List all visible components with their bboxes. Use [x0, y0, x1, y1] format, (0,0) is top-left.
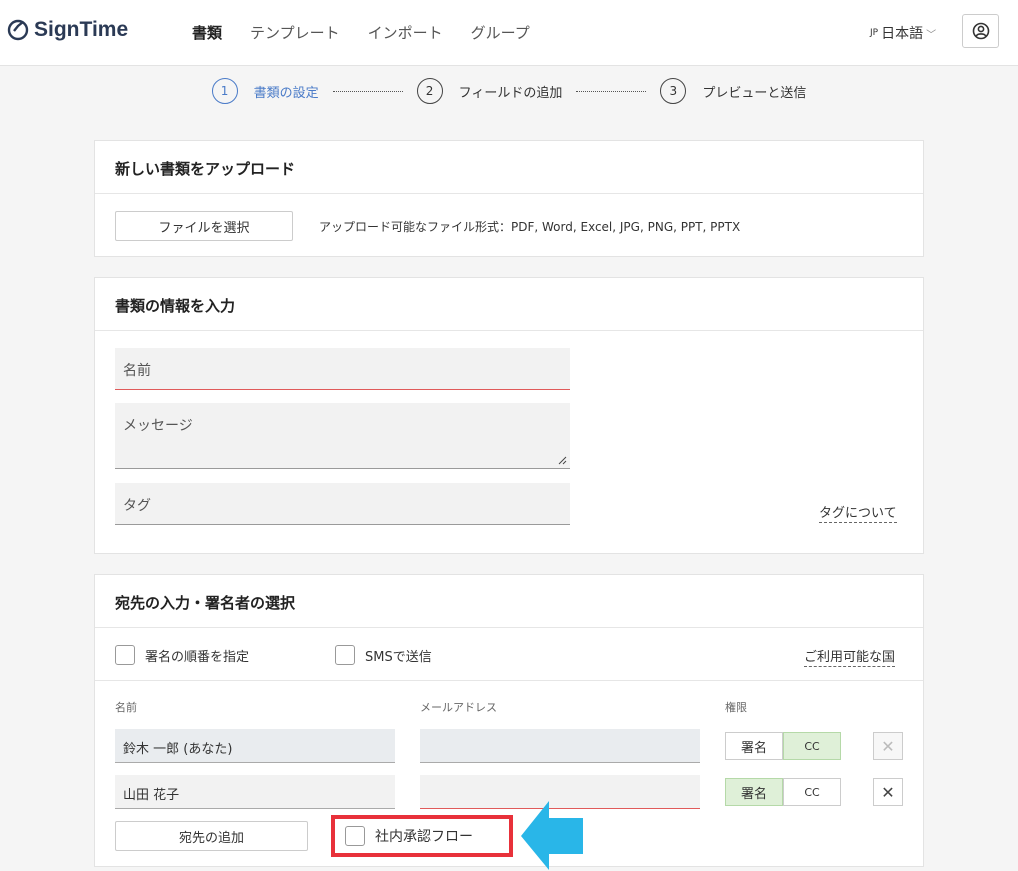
step-number: 3	[660, 78, 687, 104]
resize-handle-icon	[558, 456, 567, 465]
recipient-name-input[interactable]: 鈴木 一郎 (あなた)	[115, 729, 395, 763]
divider	[95, 680, 923, 681]
message-placeholder: メッセージ	[123, 418, 193, 434]
main-nav: 書類 テンプレート インポート グループ	[192, 22, 530, 43]
step-document-settings: 1 書類の設定	[211, 78, 319, 104]
column-header-name: 名前	[115, 701, 137, 714]
nav-import[interactable]: インポート	[368, 22, 443, 43]
column-header-email: メールアドレス	[420, 701, 497, 714]
remove-recipient-button[interactable]: ✕	[873, 732, 903, 760]
step-add-fields: 2 フィールドの追加	[416, 78, 563, 104]
language-selector[interactable]: JP 日本語 ﹀	[870, 23, 936, 43]
progress-steps: 1 書類の設定 2 フィールドの追加 3 プレビューと送信	[0, 66, 1018, 116]
close-icon: ✕	[881, 736, 895, 756]
user-icon	[972, 22, 989, 40]
checkbox-label: SMSで送信	[365, 649, 432, 665]
step-connector	[576, 90, 647, 92]
nav-groups[interactable]: グループ	[471, 22, 530, 43]
choose-file-button[interactable]: ファイルを選択	[115, 211, 293, 241]
permission-toggle: 署名 CC	[725, 732, 841, 760]
upload-title: 新しい書類をアップロード	[95, 141, 923, 194]
tag-input[interactable]: タグ	[115, 483, 570, 525]
recipients-title: 宛先の入力・署名者の選択	[95, 575, 923, 628]
checkbox-label: 署名の順番を指定	[145, 649, 250, 665]
file-formats-text: アップロード可能なファイル形式：PDF, Word, Excel, JPG, P…	[319, 220, 741, 234]
step-preview-send: 3 プレビューと送信	[660, 78, 806, 104]
close-icon: ✕	[881, 782, 895, 802]
step-label: プレビューと送信	[702, 85, 807, 101]
document-info-card: 書類の情報を入力 名前 メッセージ タグ タグについて	[94, 277, 924, 554]
checkbox-box[interactable]	[115, 645, 135, 665]
column-header-permission: 権限	[725, 701, 747, 714]
remove-recipient-button[interactable]: ✕	[873, 778, 903, 806]
sms-checkbox[interactable]: SMSで送信	[335, 645, 432, 665]
nav-documents[interactable]: 書類	[192, 22, 222, 43]
step-label: 書類の設定	[253, 85, 319, 101]
message-textarea[interactable]: メッセージ	[115, 403, 570, 469]
step-connector	[332, 90, 403, 92]
permission-toggle: 署名 CC	[725, 778, 841, 806]
document-name-input[interactable]: 名前	[115, 348, 570, 390]
chevron-down-icon: ﹀	[926, 29, 937, 41]
add-recipient-button[interactable]: 宛先の追加	[115, 821, 308, 851]
permission-sign-option[interactable]: 署名	[725, 778, 783, 806]
permission-cc-option[interactable]: CC	[783, 732, 841, 760]
checkbox-label: 社内承認フロー	[375, 829, 473, 845]
permission-cc-option[interactable]: CC	[783, 778, 841, 806]
logo[interactable]: SignTime	[6, 18, 128, 42]
step-number: 1	[211, 78, 238, 104]
document-info-title: 書類の情報を入力	[95, 278, 923, 331]
approval-flow-checkbox[interactable]: 社内承認フロー	[345, 826, 473, 846]
step-label: フィールドの追加	[458, 85, 563, 101]
approval-flow-highlight: 社内承認フロー	[331, 815, 513, 857]
step-number: 2	[416, 78, 443, 104]
language-label: 日本語	[881, 26, 924, 42]
recipient-name-input[interactable]: 山田 花子	[115, 775, 395, 809]
app-name: SignTime	[34, 18, 129, 41]
top-bar: SignTime 書類 テンプレート インポート グループ JP 日本語 ﹀	[0, 0, 1018, 66]
checkbox-box[interactable]	[335, 645, 355, 665]
upload-card: 新しい書類をアップロード ファイルを選択 アップロード可能なファイル形式：PDF…	[94, 140, 924, 257]
annotation-arrow-icon	[521, 801, 583, 870]
signing-order-checkbox[interactable]: 署名の順番を指定	[115, 645, 249, 665]
signature-logo-icon	[7, 19, 29, 41]
nav-templates[interactable]: テンプレート	[250, 22, 340, 43]
recipient-email-input[interactable]	[420, 729, 700, 763]
permission-sign-option[interactable]: 署名	[725, 732, 783, 760]
language-code: JP	[870, 28, 879, 38]
user-menu-button[interactable]	[962, 14, 999, 48]
checkbox-box[interactable]	[345, 826, 365, 846]
about-tags-link[interactable]: タグについて	[819, 502, 897, 523]
available-countries-link[interactable]: ご利用可能な国	[804, 646, 896, 667]
